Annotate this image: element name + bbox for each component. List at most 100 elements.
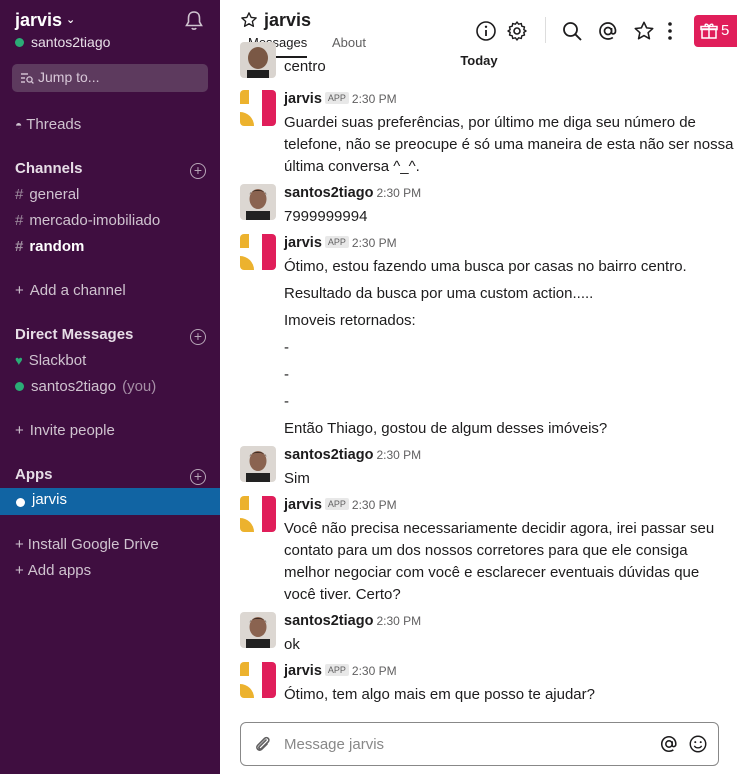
message-author[interactable]: jarvis <box>284 663 322 679</box>
gear-icon[interactable] <box>506 20 528 42</box>
you-tag: (you) <box>122 378 157 395</box>
message-text: Você não precisa necessariamente decidir… <box>284 520 715 537</box>
mentions-at-icon[interactable] <box>597 20 619 42</box>
message-text: última conversa ^_^. <box>284 158 420 175</box>
mention-at-icon[interactable] <box>659 734 679 754</box>
sidebar-item-slackbot[interactable]: ♥ Slackbot <box>15 350 86 372</box>
channel-name: jarvis <box>264 10 312 30</box>
channel-label: general <box>29 186 80 203</box>
message-text: Ótimo, estou fazendo uma busca por casas… <box>284 258 687 275</box>
message-text: - <box>284 393 289 410</box>
app-badge: APP <box>324 92 349 104</box>
apps-header[interactable]: Apps <box>15 464 53 486</box>
message-text: contato para um dos nossos corretores pa… <box>284 542 688 559</box>
sidebar-item-threads[interactable]: ◓ Threads <box>15 114 81 136</box>
threads-label: Threads <box>26 116 82 133</box>
sidebar-item-general[interactable]: # general <box>15 184 79 206</box>
message-text: Guardei suas preferências, por último me… <box>284 114 696 131</box>
message-time[interactable]: 2:30 PM <box>376 186 421 200</box>
message-text: - <box>284 366 289 383</box>
add-dm-plus-icon[interactable]: + <box>190 329 206 345</box>
invite-people-link[interactable]: + Invite people <box>15 420 115 442</box>
tab-about[interactable]: About <box>332 35 366 50</box>
star-icon[interactable] <box>240 11 258 29</box>
gift-count: 5 <box>721 22 730 39</box>
paperclip-icon[interactable] <box>253 734 273 756</box>
message-author[interactable]: jarvis <box>284 497 322 513</box>
channel-label: mercado-imobiliado <box>29 212 161 229</box>
message-meta: jarvis APP 2:30 PM <box>284 496 397 514</box>
app-badge: APP <box>324 664 349 676</box>
message-time[interactable]: 2:30 PM <box>352 664 397 678</box>
jump-to-icon <box>21 73 34 84</box>
message-author[interactable]: santos2tiago <box>284 185 373 201</box>
add-channel-link[interactable]: + Add a channel <box>15 280 126 302</box>
app-label: jarvis <box>32 491 68 508</box>
add-channel-plus-icon[interactable]: + <box>190 163 206 179</box>
message-meta: jarvis APP 2:30 PM <box>284 90 397 108</box>
threads-icon: ◓ <box>15 118 23 132</box>
plus-icon: + <box>15 282 24 299</box>
star-outline-icon[interactable] <box>633 20 655 42</box>
search-icon[interactable] <box>561 20 583 42</box>
channels-header[interactable]: Channels <box>15 158 83 180</box>
hash-icon: # <box>15 212 24 229</box>
plus-icon: + <box>15 562 24 579</box>
presence-icon <box>16 498 25 507</box>
sidebar-item-random[interactable]: # random <box>15 236 84 258</box>
add-apps-label: Add apps <box>27 562 92 579</box>
message-author[interactable]: santos2tiago <box>284 613 373 629</box>
emoji-icon[interactable] <box>688 734 708 754</box>
gift-button[interactable]: 5 <box>694 15 737 47</box>
message: centro <box>240 42 720 84</box>
sidebar-item-santos2tiago[interactable]: santos2tiago (you) <box>15 376 156 398</box>
jarvis-avatar <box>240 496 276 532</box>
jump-to-label: Jump to... <box>38 69 100 85</box>
add-app-plus-icon[interactable]: + <box>190 469 206 485</box>
message-text: Ótimo, tem algo mais em que posso te aju… <box>284 686 595 703</box>
slack-app: jarvis ⌄ santos2tiago Jump to... ◓ Threads… <box>0 0 737 774</box>
more-vertical-icon[interactable] <box>664 20 676 42</box>
presence-active-icon <box>15 38 24 47</box>
direct-messages-header[interactable]: Direct Messages <box>15 324 133 346</box>
message: jarvis APP 2:30 PM Você não precisa necess… <box>240 496 720 606</box>
hash-icon: # <box>15 238 24 255</box>
user-avatar <box>240 446 276 482</box>
message-author[interactable]: jarvis <box>284 91 322 107</box>
jump-to-search[interactable]: Jump to... <box>12 64 208 92</box>
message-meta: jarvis APP 2:30 PM <box>284 234 397 252</box>
sidebar-item-mercado-imobiliado[interactable]: # mercado-imobiliado <box>15 210 160 232</box>
message-time[interactable]: 2:30 PM <box>376 448 421 462</box>
message-text: Então Thiago, gostou de algum desses imó… <box>284 420 608 437</box>
info-icon[interactable] <box>475 20 497 42</box>
message-time[interactable]: 2:30 PM <box>352 92 397 106</box>
message-time[interactable]: 2:30 PM <box>376 614 421 628</box>
plus-icon: + <box>15 422 24 439</box>
add-channel-label: Add a channel <box>29 282 126 299</box>
message-author[interactable]: jarvis <box>284 235 322 251</box>
team-name-menu[interactable]: jarvis ⌄ <box>15 10 75 31</box>
install-drive-label: Install Google Drive <box>27 536 159 553</box>
message-time[interactable]: 2:30 PM <box>352 236 397 250</box>
message-composer[interactable]: Message jarvis <box>240 722 719 766</box>
gift-icon <box>700 23 718 39</box>
bell-icon[interactable] <box>184 10 204 32</box>
message-text: 7999999994 <box>284 208 368 225</box>
presence-active-icon <box>15 382 24 391</box>
message-input-placeholder[interactable]: Message jarvis <box>284 736 384 753</box>
user-avatar <box>240 184 276 220</box>
message-meta: santos2tiago 2:30 PM <box>284 184 421 202</box>
current-user[interactable]: santos2tiago <box>15 34 110 50</box>
heart-icon: ♥ <box>15 353 23 368</box>
sidebar-item-jarvis[interactable]: jarvis <box>0 488 220 515</box>
message-text: Imoveis retornados: <box>284 312 416 329</box>
message: santos2tiago 2:30 PM ok <box>240 612 720 656</box>
install-google-drive-link[interactable]: + Install Google Drive <box>15 534 159 556</box>
hash-icon: # <box>15 186 24 203</box>
invite-people-label: Invite people <box>29 422 115 439</box>
add-apps-link[interactable]: + Add apps <box>15 560 91 582</box>
message-text: ok <box>284 636 300 653</box>
message-text: Sim <box>284 470 310 487</box>
message-author[interactable]: santos2tiago <box>284 447 373 463</box>
message-time[interactable]: 2:30 PM <box>352 498 397 512</box>
